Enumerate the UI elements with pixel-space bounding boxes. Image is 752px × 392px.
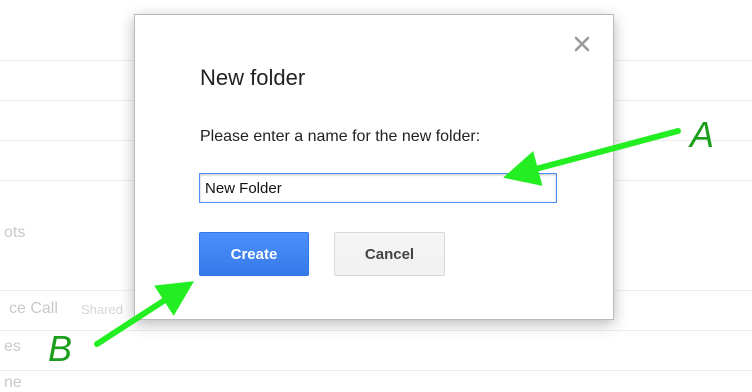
create-button[interactable]: Create [199,232,309,276]
list-item: ne [4,374,22,391]
folder-name-input[interactable] [199,173,557,203]
list-divider [0,330,752,331]
dialog-title: New folder [200,65,306,90]
close-icon[interactable] [573,35,591,53]
cancel-button[interactable]: Cancel [334,232,445,276]
callout-label-b: B [48,328,73,369]
dialog-prompt: Please enter a name for the new folder: [200,128,481,145]
list-item: es [4,338,21,355]
callout-label-a: A [690,114,715,155]
list-item: ce Call [9,300,58,317]
shared-badge: Shared [81,302,123,317]
new-folder-dialog: New folder Please enter a name for the n… [134,14,614,320]
list-item: ots [4,224,26,241]
list-divider [0,370,752,371]
